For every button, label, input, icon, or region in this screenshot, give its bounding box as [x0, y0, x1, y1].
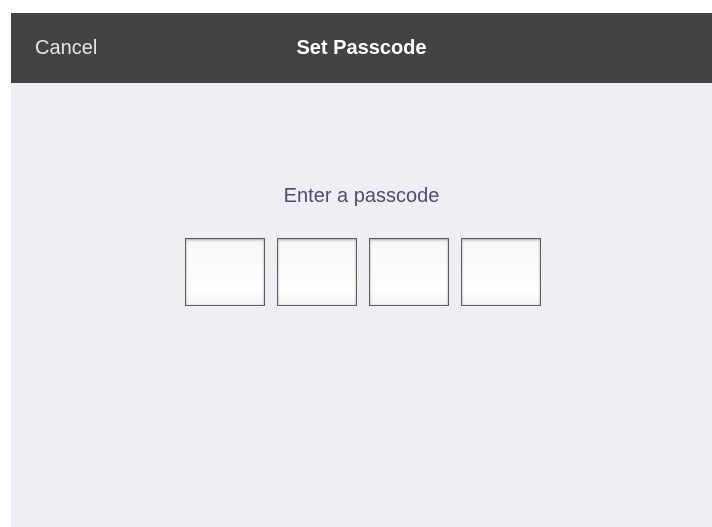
passcode-field[interactable] [185, 238, 541, 308]
navigation-bar: Cancel Set Passcode [11, 13, 712, 83]
passcode-digit-1[interactable] [185, 238, 265, 306]
passcode-screen: Cancel Set Passcode Enter a passcode [11, 13, 712, 527]
passcode-digit-3[interactable] [369, 238, 449, 306]
page-title: Set Passcode [296, 37, 427, 59]
cancel-button[interactable]: Cancel [35, 13, 97, 83]
passcode-prompt: Enter a passcode [283, 185, 440, 207]
passcode-digit-4[interactable] [461, 238, 541, 306]
passcode-digit-2[interactable] [277, 238, 357, 306]
